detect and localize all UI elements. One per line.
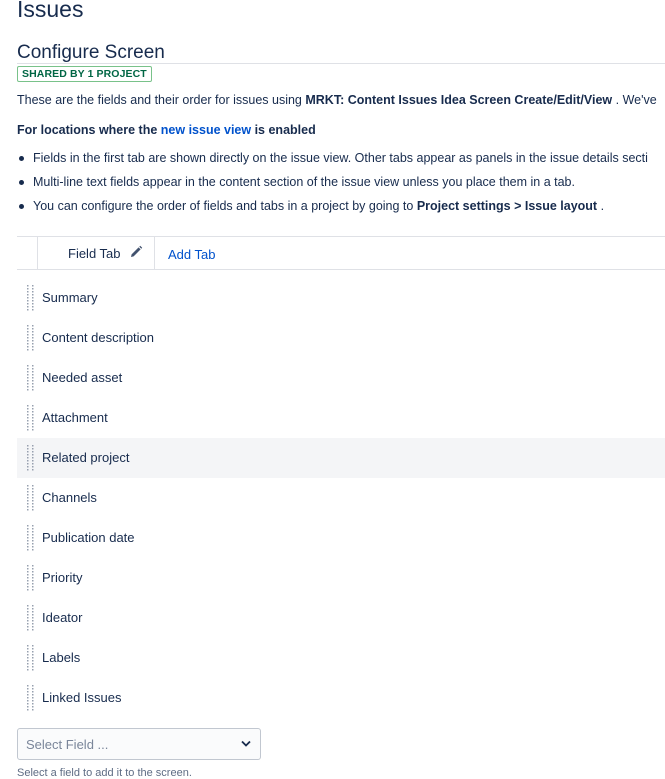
list-item: Multi-line text fields appear in the con…: [19, 170, 648, 194]
tab-label: Field Tab: [68, 246, 121, 261]
chevron-down-icon: [241, 740, 251, 747]
field-list: Summary Content description Needed asset At…: [17, 278, 665, 718]
drag-handle-icon[interactable]: [25, 324, 35, 352]
bullet-text: You can configure the order of fields an…: [33, 199, 417, 213]
new-issue-view-link[interactable]: new issue view: [161, 123, 251, 137]
shared-by-badge[interactable]: SHARED BY 1 PROJECT: [17, 66, 152, 82]
field-row[interactable]: Summary: [17, 278, 665, 318]
field-label: Labels: [42, 650, 81, 665]
new-issue-view-heading: For locations where the new issue view i…: [17, 123, 316, 137]
field-label: Attachment: [42, 410, 108, 425]
drag-handle-icon[interactable]: [25, 644, 35, 672]
intro-text: These are the fields and their order for…: [17, 93, 665, 107]
bullet-text: .: [597, 199, 605, 213]
intro-screen-name: MRKT: Content Issues Idea Screen Create/…: [305, 93, 613, 107]
intro-prefix: These are the fields and their order for…: [17, 93, 306, 107]
field-label: Ideator: [42, 610, 83, 625]
field-label: Summary: [42, 290, 98, 305]
field-label: Needed asset: [42, 370, 123, 385]
drag-handle-icon[interactable]: [25, 484, 35, 512]
select-field-placeholder: Select Field ...: [26, 737, 109, 752]
list-item: Fields in the first tab are shown direct…: [19, 146, 648, 170]
field-row[interactable]: Publication date: [17, 518, 665, 558]
drag-handle-icon[interactable]: [25, 364, 35, 392]
field-row[interactable]: Attachment: [17, 398, 665, 438]
divider: [17, 63, 665, 64]
pencil-icon[interactable]: [129, 245, 143, 259]
field-row[interactable]: Ideator: [17, 598, 665, 638]
heading-prefix: For locations where the: [17, 123, 161, 137]
field-label: Linked Issues: [42, 690, 122, 705]
field-label: Content description: [42, 330, 155, 345]
drag-handle-icon[interactable]: [25, 284, 35, 312]
select-field-dropdown[interactable]: Select Field ...: [17, 728, 261, 760]
drag-handle-icon[interactable]: [25, 564, 35, 592]
screen-title: Configure Screen: [17, 42, 165, 63]
drag-handle-icon[interactable]: [25, 444, 35, 472]
field-row[interactable]: Related project: [17, 438, 665, 478]
drag-handle-icon[interactable]: [25, 684, 35, 712]
screen-tabs: Field Tab Add Tab: [17, 236, 665, 270]
field-row[interactable]: Content description: [17, 318, 665, 358]
field-row[interactable]: Channels: [17, 478, 665, 518]
drag-handle-icon[interactable]: [25, 404, 35, 432]
drag-handle-icon[interactable]: [25, 604, 35, 632]
add-tab-link[interactable]: Add Tab: [168, 247, 215, 262]
heading-suffix: is enabled: [251, 123, 316, 137]
tab-field-tab[interactable]: Field Tab: [37, 236, 155, 269]
field-row[interactable]: Priority: [17, 558, 665, 598]
field-label: Related project: [42, 450, 130, 465]
field-row[interactable]: Linked Issues: [17, 678, 665, 718]
field-label: Priority: [42, 570, 83, 585]
page-title: Issues: [17, 0, 84, 22]
field-row[interactable]: Labels: [17, 638, 665, 678]
list-item: You can configure the order of fields an…: [19, 194, 648, 218]
field-label: Publication date: [42, 530, 135, 545]
field-row[interactable]: Needed asset: [17, 358, 665, 398]
info-bullet-list: Fields in the first tab are shown direct…: [17, 146, 648, 218]
intro-suffix: . We've: [612, 93, 657, 107]
field-label: Channels: [42, 490, 97, 505]
select-field-hint: Select a field to add it to the screen.: [17, 767, 192, 779]
drag-handle-icon[interactable]: [25, 524, 35, 552]
project-settings-path: Project settings > Issue layout: [416, 199, 598, 213]
